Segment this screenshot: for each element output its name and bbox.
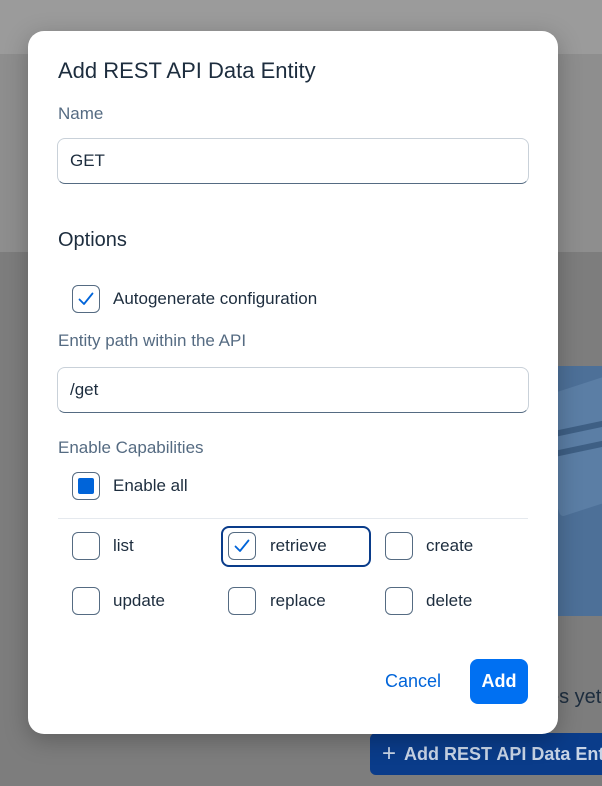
autogenerate-label: Autogenerate configuration [113,289,318,308]
enable-all-checkbox[interactable] [72,472,100,500]
name-input[interactable]: GET [57,138,529,184]
divider [58,518,528,519]
cancel-button[interactable]: Cancel [385,671,441,692]
autogenerate-checkbox[interactable] [72,285,100,313]
background-add-entity-label: Add REST API Data Enti [404,743,602,764]
name-label: Name [58,104,104,123]
entity-path-input[interactable]: /get [57,367,529,413]
enable-all-label: Enable all [113,476,188,495]
background-add-entity-button: + Add REST API Data Enti [370,733,602,775]
checkmark-icon [78,292,94,305]
update-checkbox[interactable] [72,587,100,615]
plus-icon: + [382,740,397,767]
retrieve-checkbox[interactable] [228,532,256,560]
options-heading: Options [58,229,127,251]
create-checkbox[interactable] [385,532,413,560]
update-label: update [113,591,165,610]
delete-label: delete [426,591,473,610]
dialog-title: Add REST API Data Entity [58,58,316,83]
list-checkbox[interactable] [72,532,100,560]
create-label: create [426,536,474,555]
delete-checkbox[interactable] [385,587,413,615]
entity-path-label: Entity path within the API [58,331,247,350]
replace-checkbox[interactable] [228,587,256,615]
indeterminate-indicator [78,478,94,494]
checkmark-icon [234,539,250,552]
list-label: list [113,536,134,555]
add-entity-dialog: Add REST API Data Entity Name GET Option… [28,31,558,734]
retrieve-label: retrieve [270,536,327,555]
add-button[interactable]: Add [470,659,528,704]
replace-label: replace [270,591,326,610]
capabilities-label: Enable Capabilities [58,438,204,457]
